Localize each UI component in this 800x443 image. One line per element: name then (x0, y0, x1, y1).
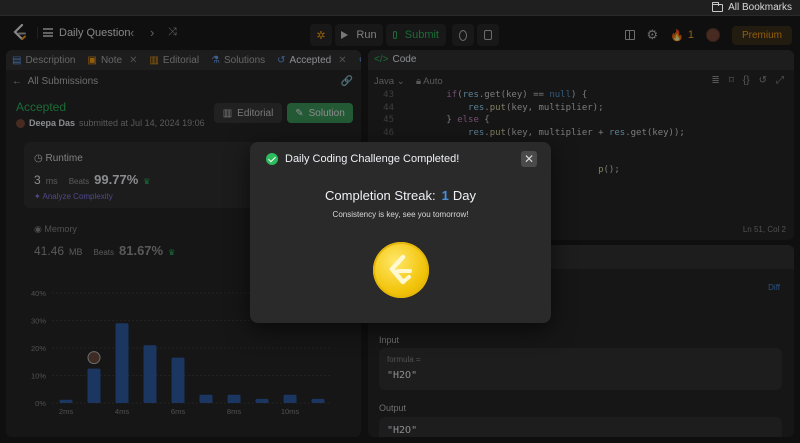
folder-icon (712, 1, 724, 12)
all-bookmarks-label: All Bookmarks (728, 2, 792, 13)
streak-value: 1 (441, 188, 449, 203)
streak-unit: Day (452, 188, 476, 203)
streak-label: Completion Streak: (325, 188, 436, 203)
dialog-message: Consistency is key, see you tomorrow! (332, 210, 469, 219)
all-bookmarks-link[interactable]: All Bookmarks (712, 1, 792, 13)
bookmarks-bar: All Bookmarks (0, 0, 800, 16)
close-button[interactable]: ✕ (521, 151, 537, 167)
completion-streak: Completion Streak: 1 Day (250, 188, 551, 203)
challenge-completed-dialog: Daily Coding Challenge Completed! ✕ Comp… (250, 142, 551, 323)
coin-logo-icon (389, 254, 412, 285)
dialog-title: Daily Coding Challenge Completed! (285, 153, 460, 165)
check-circle-icon (266, 153, 278, 165)
leetcode-coin-icon (373, 242, 429, 298)
close-icon: ✕ (523, 152, 535, 166)
